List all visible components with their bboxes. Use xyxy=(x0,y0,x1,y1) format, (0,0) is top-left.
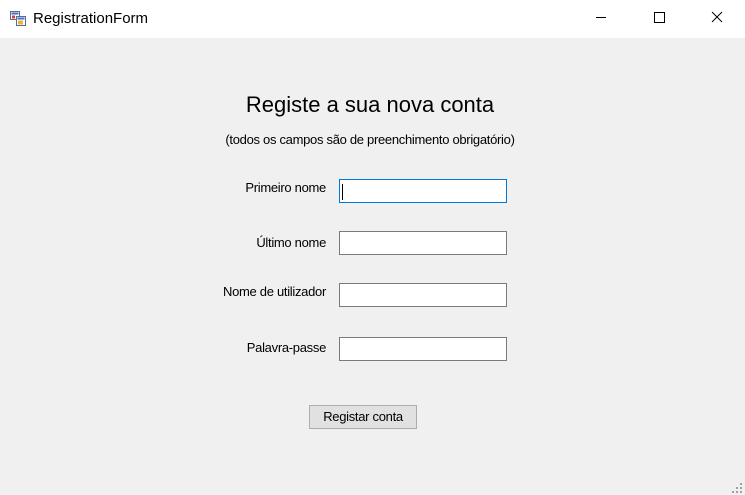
app-icon xyxy=(10,10,26,26)
first-name-input[interactable] xyxy=(339,179,507,203)
last-name-input[interactable] xyxy=(339,231,507,255)
first-name-label: Primeiro nome xyxy=(245,180,326,195)
resize-grip-icon[interactable] xyxy=(731,481,743,493)
text-caret xyxy=(342,184,343,200)
minimize-icon xyxy=(595,10,607,28)
username-label: Nome de utilizador xyxy=(223,284,326,299)
maximize-icon xyxy=(653,10,665,28)
window-title: RegistrationForm xyxy=(33,10,149,27)
minimize-button[interactable] xyxy=(578,0,624,38)
last-name-label: Último nome xyxy=(256,235,326,250)
form-client-area: Registe a sua nova conta (todos os campo… xyxy=(0,38,745,495)
close-icon xyxy=(711,10,723,28)
form-heading: Registe a sua nova conta xyxy=(245,92,495,117)
password-label: Palavra-passe xyxy=(246,340,327,355)
password-input[interactable] xyxy=(339,337,507,361)
maximize-button[interactable] xyxy=(636,0,682,38)
form-subheading: (todos os campos são de preenchimento ob… xyxy=(225,132,515,147)
registration-window: RegistrationForm Registe a sua nova cont… xyxy=(0,0,745,495)
title-bar[interactable]: RegistrationForm xyxy=(0,0,745,38)
register-button[interactable]: Registar conta xyxy=(309,405,417,429)
username-input[interactable] xyxy=(339,283,507,307)
close-button[interactable] xyxy=(694,0,740,38)
